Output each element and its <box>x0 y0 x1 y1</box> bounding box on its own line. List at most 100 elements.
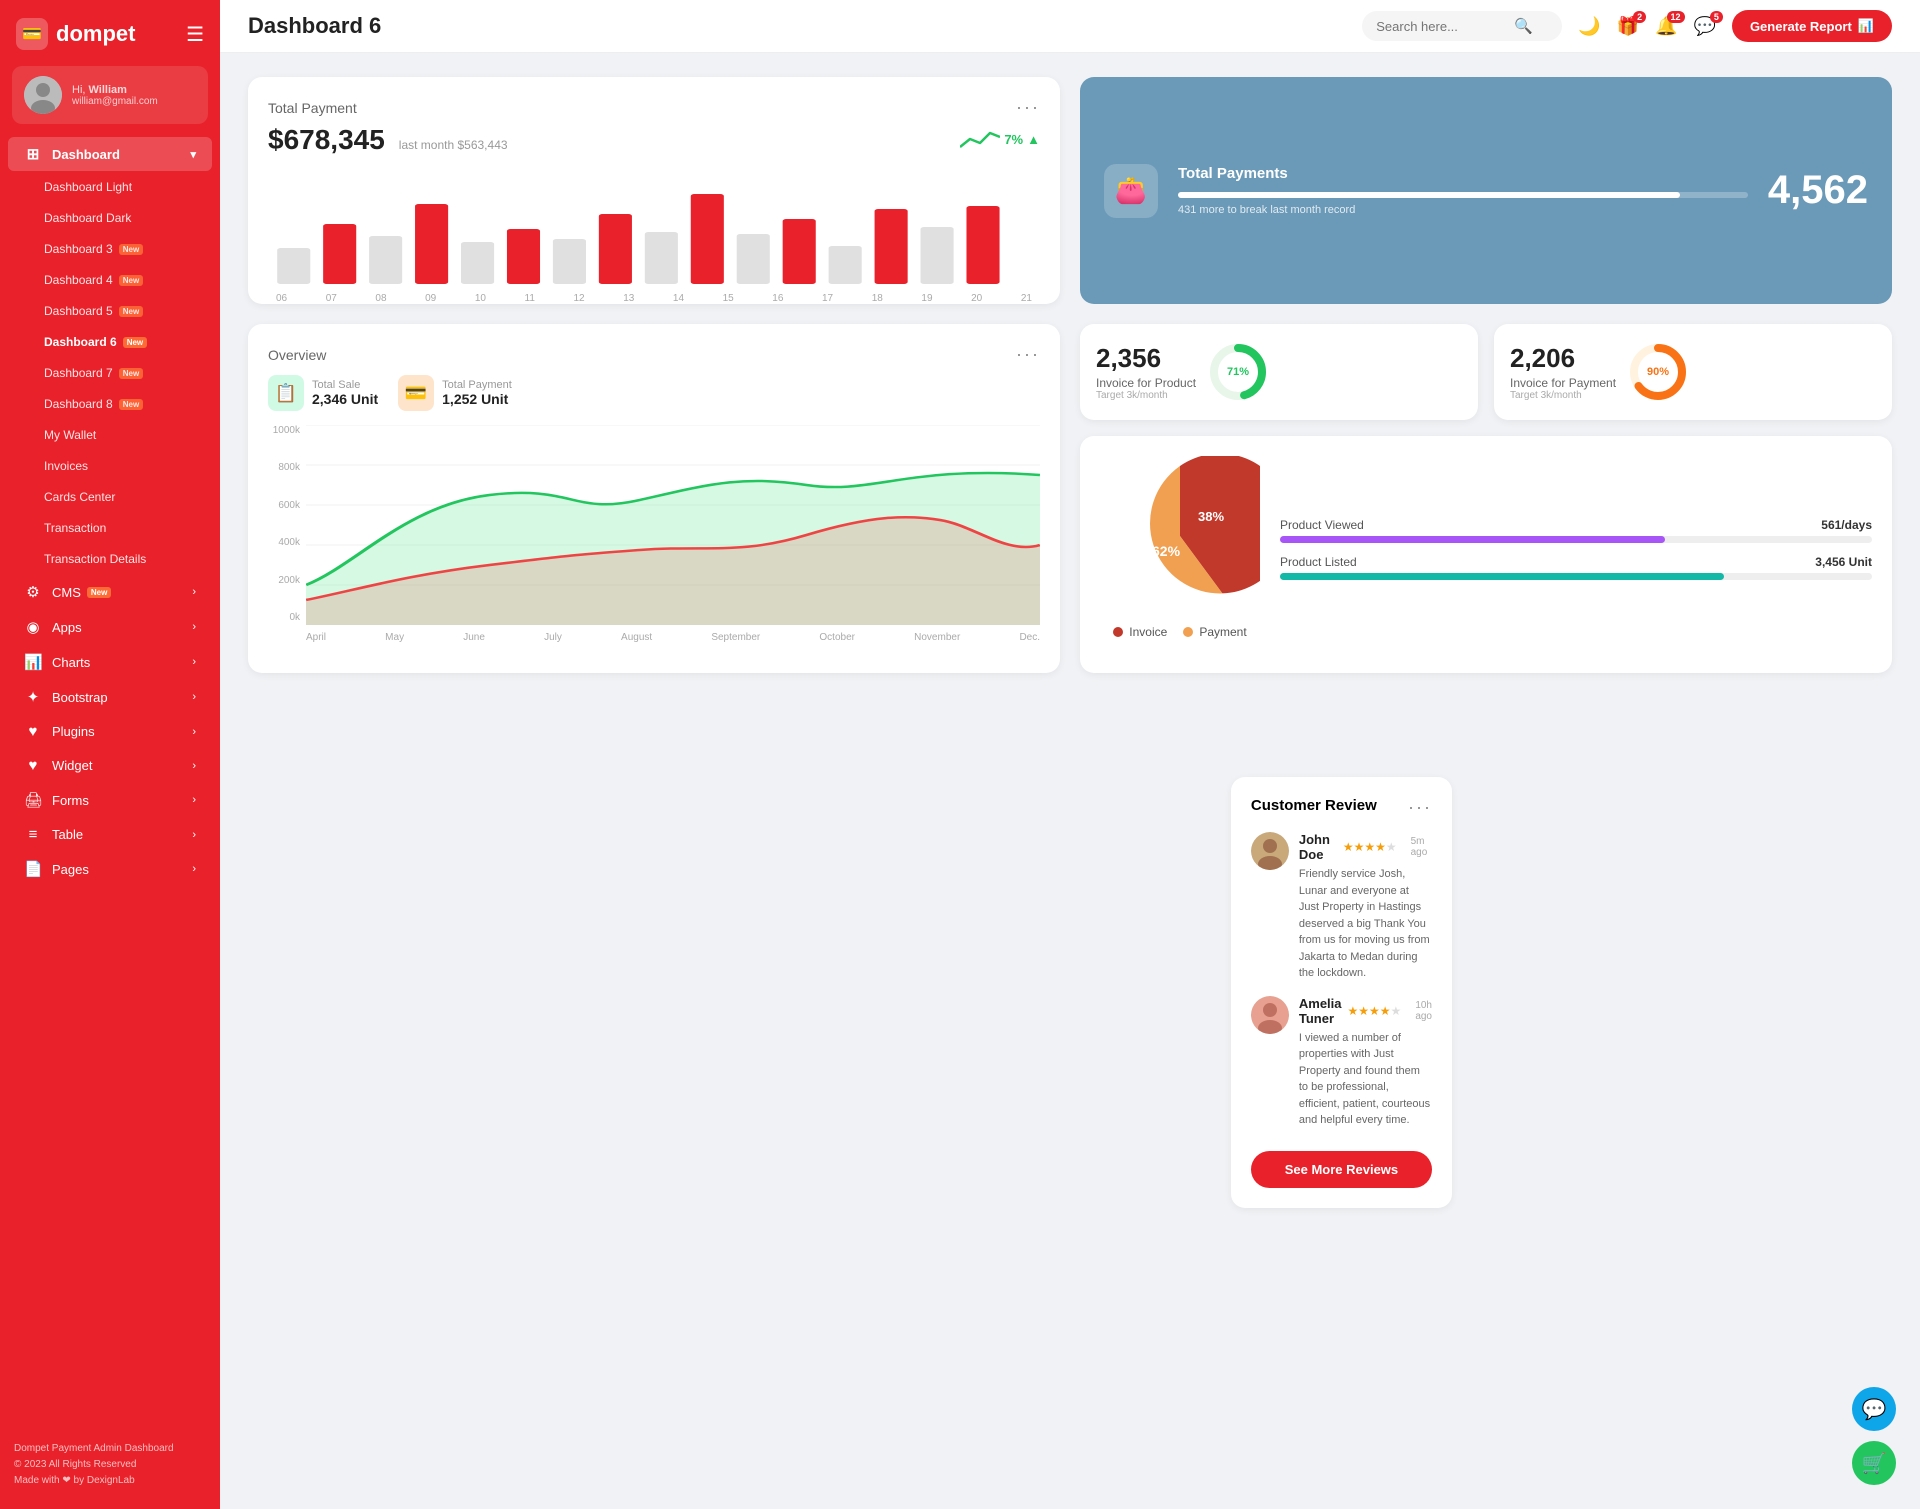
invoice-payment-target: Target 3k/month <box>1510 390 1616 401</box>
sidebar-item-transaction-details[interactable]: Transaction Details <box>28 544 212 574</box>
search-input[interactable] <box>1376 19 1506 34</box>
cms-icon: ⚙ <box>24 583 42 601</box>
overview-label: Overview <box>268 347 326 363</box>
product-listed-label: Product Listed <box>1280 555 1357 569</box>
overview-more-button[interactable]: ··· <box>1016 344 1040 365</box>
sidebar-item-label: Widget <box>52 758 92 773</box>
logo-icon: 💳 <box>16 18 48 50</box>
sidebar-item-label: Apps <box>52 620 82 635</box>
more-options-button[interactable]: ··· <box>1016 97 1040 118</box>
user-card[interactable]: Hi, William william@gmail.com <box>12 66 208 124</box>
sidebar-item-dashboard-7[interactable]: Dashboard 7 New <box>28 358 212 388</box>
payment-dot <box>1183 627 1193 637</box>
chevron-down-icon: ▾ <box>190 148 196 161</box>
reviewer-avatar-1 <box>1251 832 1289 870</box>
invoice-payment-inner: 2,206 Invoice for Payment Target 3k/mont… <box>1510 342 1876 402</box>
sidebar-item-label: Table <box>52 827 83 842</box>
sidebar-item-dashboard-4[interactable]: Dashboard 4 New <box>28 265 212 295</box>
sidebar-item-widget[interactable]: ♥ Widget › <box>8 749 212 782</box>
table-icon: ≡ <box>24 826 42 843</box>
legend-total-payment: 💳 Total Payment 1,252 Unit <box>398 375 512 411</box>
sidebar: 💳 dompet ☰ Hi, William william@gmail.com… <box>0 0 220 1509</box>
sidebar-item-transaction[interactable]: Transaction <box>28 513 212 543</box>
reviewer-stars-2: ★★★★★ <box>1348 1004 1402 1018</box>
sidebar-item-cms[interactable]: ⚙ CMS New › <box>8 575 212 609</box>
chat-icon-button[interactable]: 💬 5 <box>1694 16 1716 37</box>
invoice-product-card: 2,356 Invoice for Product Target 3k/mont… <box>1080 324 1478 420</box>
main-content: Dashboard 6 🔍 🌙 🎁 2 🔔 12 💬 5 Generate Re… <box>220 0 1920 1509</box>
gift-icon-button[interactable]: 🎁 2 <box>1617 16 1639 37</box>
review-more-button[interactable]: ··· <box>1408 797 1432 818</box>
sidebar-item-label: Forms <box>52 793 89 808</box>
wallet-icon: 👛 <box>1104 164 1158 218</box>
banner-number: 4,562 <box>1768 168 1868 213</box>
sidebar-item-label: Dashboard Light <box>44 180 132 194</box>
cart-float-button[interactable]: 🛒 <box>1852 1441 1896 1485</box>
chevron-right-icon: › <box>192 691 196 703</box>
sidebar-item-dashboard-3[interactable]: Dashboard 3 New <box>28 234 212 264</box>
overview-header: Overview ··· <box>268 344 1040 365</box>
new-badge: New <box>119 275 143 286</box>
sidebar-item-apps[interactable]: ◉ Apps › <box>8 610 212 644</box>
sidebar-item-dashboard-8[interactable]: Dashboard 8 New <box>28 389 212 419</box>
bell-badge: 12 <box>1667 11 1685 23</box>
floating-buttons: 💬 🛒 <box>1852 1387 1896 1485</box>
sidebar-item-label: Transaction <box>44 521 106 535</box>
overview-legend: 📋 Total Sale 2,346 Unit 💳 Total Payment … <box>268 375 1040 411</box>
banner-sub: 431 more to break last month record <box>1178 204 1748 216</box>
sidebar-item-dashboard-light[interactable]: Dashboard Light <box>28 172 212 202</box>
sidebar-item-dashboard-5[interactable]: Dashboard 5 New <box>28 296 212 326</box>
bar-chart: 060708091011 121314151617 18192021 <box>268 164 1040 284</box>
new-badge: New <box>87 587 111 598</box>
pie-chart-wrap: 62% 38% Invoice Payment <box>1100 456 1260 653</box>
invoice-dot <box>1113 627 1123 637</box>
sidebar-item-bootstrap[interactable]: ✦ Bootstrap › <box>8 680 212 714</box>
sidebar-item-dashboard-6[interactable]: Dashboard 6 New <box>28 327 212 357</box>
area-chart-container: 1000k800k600k400k200k0k <box>268 425 1040 643</box>
sidebar-item-cards-center[interactable]: Cards Center <box>28 482 212 512</box>
new-badge: New <box>119 244 143 255</box>
x-axis-labels: 060708091011 121314151617 18192021 <box>268 289 1040 304</box>
sidebar-footer: Dompet Payment Admin Dashboard © 2023 Al… <box>0 1431 220 1493</box>
sidebar-item-dashboard-dark[interactable]: Dashboard Dark <box>28 203 212 233</box>
card-header: Total Payment ··· <box>268 97 1040 118</box>
bell-icon-button[interactable]: 🔔 12 <box>1655 16 1677 37</box>
dark-mode-button[interactable]: 🌙 <box>1578 16 1600 37</box>
generate-report-button[interactable]: Generate Report 📊 <box>1732 10 1892 42</box>
review-header: Customer Review ··· <box>1251 797 1432 818</box>
chevron-right-icon: › <box>192 726 196 738</box>
sidebar-item-label: Dashboard 4 <box>44 273 113 287</box>
total-payment-card: Total Payment ··· $678,345 last month $5… <box>248 77 1060 304</box>
last-month-text: last month $563,443 <box>399 138 508 152</box>
sidebar-item-pages[interactable]: 📄 Pages › <box>8 852 212 886</box>
sidebar-item-label: Transaction Details <box>44 552 146 566</box>
trend-value: 7% <box>1004 132 1023 147</box>
sidebar-item-forms[interactable]: 🖨 Forms › <box>8 783 212 817</box>
sidebar-item-label: Charts <box>52 655 90 670</box>
sale-icon: 📋 <box>268 375 304 411</box>
hamburger-button[interactable]: ☰ <box>186 22 204 47</box>
customer-review-card: Customer Review ··· John Doe ★★★★★ 5 <box>1231 777 1452 1208</box>
invoice-product-target: Target 3k/month <box>1096 390 1196 401</box>
invoice-payment-value: 2,206 <box>1510 343 1616 374</box>
footer-title: Dompet Payment Admin Dashboard <box>14 1441 206 1457</box>
review-item-2: Amelia Tuner ★★★★★ 10h ago I viewed a nu… <box>1251 996 1432 1129</box>
sidebar-item-my-wallet[interactable]: My Wallet <box>28 420 212 450</box>
chat-badge: 5 <box>1710 11 1723 23</box>
forms-icon: 🖨 <box>24 791 42 809</box>
sidebar-item-dashboard[interactable]: ⊞ Dashboard ▾ <box>8 137 212 171</box>
bootstrap-icon: ✦ <box>24 688 42 706</box>
donut-percent: 90% <box>1647 366 1669 378</box>
user-email: william@gmail.com <box>72 96 158 107</box>
review-meta-2: Amelia Tuner ★★★★★ 10h ago <box>1299 996 1432 1026</box>
sidebar-item-plugins[interactable]: ♥ Plugins › <box>8 715 212 748</box>
support-float-button[interactable]: 💬 <box>1852 1387 1896 1431</box>
sidebar-item-charts[interactable]: 📊 Charts › <box>8 645 212 679</box>
product-viewed-value: 561/days <box>1821 518 1872 532</box>
sidebar-item-invoices[interactable]: Invoices <box>28 451 212 481</box>
see-more-button[interactable]: See More Reviews <box>1251 1151 1432 1188</box>
sidebar-item-table[interactable]: ≡ Table › <box>8 818 212 851</box>
product-listed-track <box>1280 573 1872 580</box>
product-viewed-fill <box>1280 536 1665 543</box>
bar-chart-icon: 📊 <box>1858 18 1874 34</box>
